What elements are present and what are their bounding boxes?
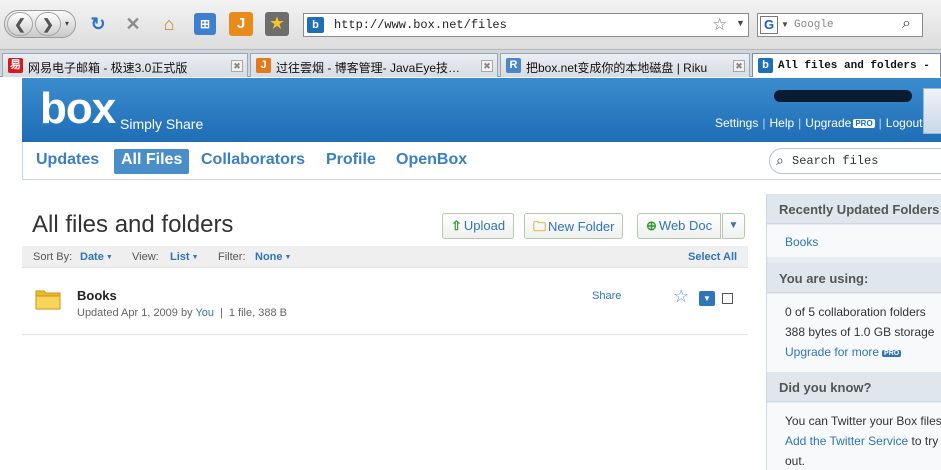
javaeye-icon[interactable]: J	[229, 12, 253, 36]
file-meta: Updated Apr 1, 2009 by You | 1 file, 388 B	[77, 307, 287, 319]
recent-folders-heading: Recently Updated Folders	[767, 194, 941, 224]
box-header: box Simply Share Settings | Help | Upgrade PR…	[22, 78, 941, 142]
logout-link[interactable]: Logout	[886, 116, 923, 130]
box-logo[interactable]: box	[40, 84, 116, 134]
forward-button[interactable]: ❯	[35, 12, 61, 36]
netease-icon: 易	[8, 58, 23, 73]
bookmark-star-outline-icon[interactable]: ☆	[712, 15, 727, 35]
view-dropdown[interactable]: List ▼	[170, 251, 199, 263]
nav-openbox[interactable]: OpenBox	[389, 149, 474, 174]
tab-box-files[interactable]: b All files and folders -	[752, 53, 941, 77]
filter-dropdown[interactable]: None ▼	[255, 251, 291, 263]
pro-badge: PRO	[882, 350, 902, 357]
new-folder-button[interactable]: 🗀 New Folder	[524, 213, 624, 239]
javaeye-icon: J	[256, 58, 271, 73]
help-link[interactable]: Help	[769, 116, 794, 130]
browser-toolbar: ❮ ❯ ▾ ↻ ✕ ⌂ ⊞ J ★ b http://www.box.net/f…	[0, 0, 941, 50]
tab-label: All files and folders -	[778, 60, 930, 72]
browser-tab-bar: 易 网易电子邮箱 - 极速3.0正式版 ✖ J 过往雲烟 - 博客管理- Jav…	[0, 50, 941, 77]
web-doc-button[interactable]: ⊕ Web Doc	[637, 213, 722, 239]
nav-all-files[interactable]: All Files	[114, 149, 190, 174]
search-files-placeholder: Search files	[792, 154, 879, 168]
header-links: Settings | Help | Upgrade PRO | Logout	[715, 116, 923, 130]
close-icon[interactable]: ✖	[481, 60, 493, 72]
riku-icon: R	[506, 58, 521, 73]
google-icon[interactable]: G	[760, 16, 778, 34]
tab-riku-article[interactable]: R 把box.net变成你的本地磁盘 | Riku ✖	[500, 53, 750, 77]
history-dropdown-icon[interactable]: ▾	[65, 19, 69, 28]
avatar[interactable]	[923, 88, 941, 134]
tip-tail: out.	[785, 454, 806, 468]
recent-folder-books[interactable]: Books	[785, 235, 818, 249]
back-button[interactable]: ❮	[7, 12, 33, 36]
row-menu-dropdown-icon[interactable]: ▼	[699, 291, 715, 306]
tab-label: 把box.net变成你的本地磁盘 | Riku	[526, 61, 708, 75]
search-engine-dropdown-icon[interactable]: ▼	[781, 20, 789, 29]
storage-usage: 388 bytes of 1.0 GB storage	[785, 325, 935, 339]
new-folder-icon: 🗀	[533, 219, 547, 234]
upgrade-link[interactable]: Upgrade	[805, 116, 851, 130]
did-you-know-heading: Did you know?	[767, 372, 941, 402]
web-doc-dropdown-icon[interactable]: ▼	[722, 213, 745, 239]
home-icon[interactable]: ⌂	[157, 12, 181, 36]
web-doc-icon: ⊕	[646, 218, 657, 233]
settings-link[interactable]: Settings	[715, 116, 758, 130]
browser-search-placeholder: Google	[794, 19, 834, 31]
caret-down-icon: ▼	[191, 254, 199, 261]
sort-bar: Sort By: Date ▼ View: List ▼ Filter: None ▼…	[22, 246, 748, 268]
view-label: View:	[132, 251, 159, 263]
twitter-service-link[interactable]: Add the Twitter Service to try i	[785, 434, 941, 448]
address-dropdown-icon[interactable]: ▼	[736, 18, 745, 28]
page-title: All files and folders	[32, 211, 234, 238]
nav-collaborators[interactable]: Collaborators	[194, 149, 312, 174]
upload-arrow-icon: ⇧	[451, 218, 462, 233]
reload-icon[interactable]: ↻	[86, 12, 110, 36]
favorite-star-icon[interactable]: ☆	[673, 286, 689, 307]
nav-updates[interactable]: Updates	[29, 149, 106, 174]
close-icon[interactable]: ✖	[231, 60, 243, 72]
sort-dropdown[interactable]: Date ▼	[80, 251, 113, 263]
tab-javaeye-blog[interactable]: J 过往雲烟 - 博客管理- JavaEye技… ✖	[250, 53, 498, 77]
box-favicon-icon: b	[758, 58, 773, 73]
address-bar[interactable]: b http://www.box.net/files ☆ ▼	[303, 13, 749, 37]
filter-label: Filter:	[218, 251, 246, 263]
bookmark-star-icon[interactable]: ★	[265, 12, 289, 36]
tab-netease-mail[interactable]: 易 网易电子邮箱 - 极速3.0正式版 ✖	[2, 53, 248, 77]
tagline: Simply Share	[120, 116, 204, 132]
tip-text: You can Twitter your Box files	[785, 414, 941, 428]
search-files-input[interactable]: ⌕ Search files	[769, 148, 941, 174]
stop-icon[interactable]: ✕	[121, 12, 145, 36]
nav-button-group: ❮ ❯ ▾	[4, 10, 76, 38]
folder-icon[interactable]	[35, 288, 61, 310]
nav-profile[interactable]: Profile	[319, 149, 383, 174]
pro-badge: PRO	[853, 119, 875, 128]
windows-icon[interactable]: ⊞	[194, 13, 216, 35]
browser-search-box[interactable]: G ▼ Google ⌕	[757, 13, 923, 37]
box-favicon-icon: b	[307, 17, 324, 33]
sort-label: Sort By:	[33, 251, 73, 263]
search-icon[interactable]: ⌕	[902, 15, 911, 33]
search-icon: ⌕	[776, 152, 784, 168]
address-url[interactable]: http://www.box.net/files	[334, 18, 507, 32]
select-all-link[interactable]: Select All	[688, 251, 737, 263]
collab-usage: 0 of 5 collaboration folders	[785, 305, 926, 319]
share-link[interactable]: Share	[592, 290, 621, 302]
row-checkbox[interactable]	[722, 293, 733, 304]
redacted-username	[774, 90, 912, 102]
sidebar: Recently Updated Folders Books You are u…	[766, 194, 941, 470]
owner-link[interactable]: You	[195, 307, 214, 319]
close-icon[interactable]: ✖	[733, 60, 745, 72]
usage-heading: You are using:	[767, 263, 941, 293]
main-nav: Updates All Files Collaborators Profile …	[22, 142, 941, 180]
tab-label: 网易电子邮箱 - 极速3.0正式版	[28, 61, 188, 75]
caret-down-icon: ▼	[105, 254, 113, 261]
tab-label: 过往雲烟 - 博客管理- JavaEye技…	[276, 61, 461, 75]
upload-button[interactable]: ⇧ Upload	[442, 213, 515, 239]
caret-down-icon: ▼	[284, 254, 292, 261]
file-name[interactable]: Books	[77, 288, 117, 303]
table-row[interactable]: Books Updated Apr 1, 2009 by You | 1 file,…	[22, 280, 748, 335]
upgrade-more-link[interactable]: Upgrade for more PRO	[785, 345, 902, 359]
